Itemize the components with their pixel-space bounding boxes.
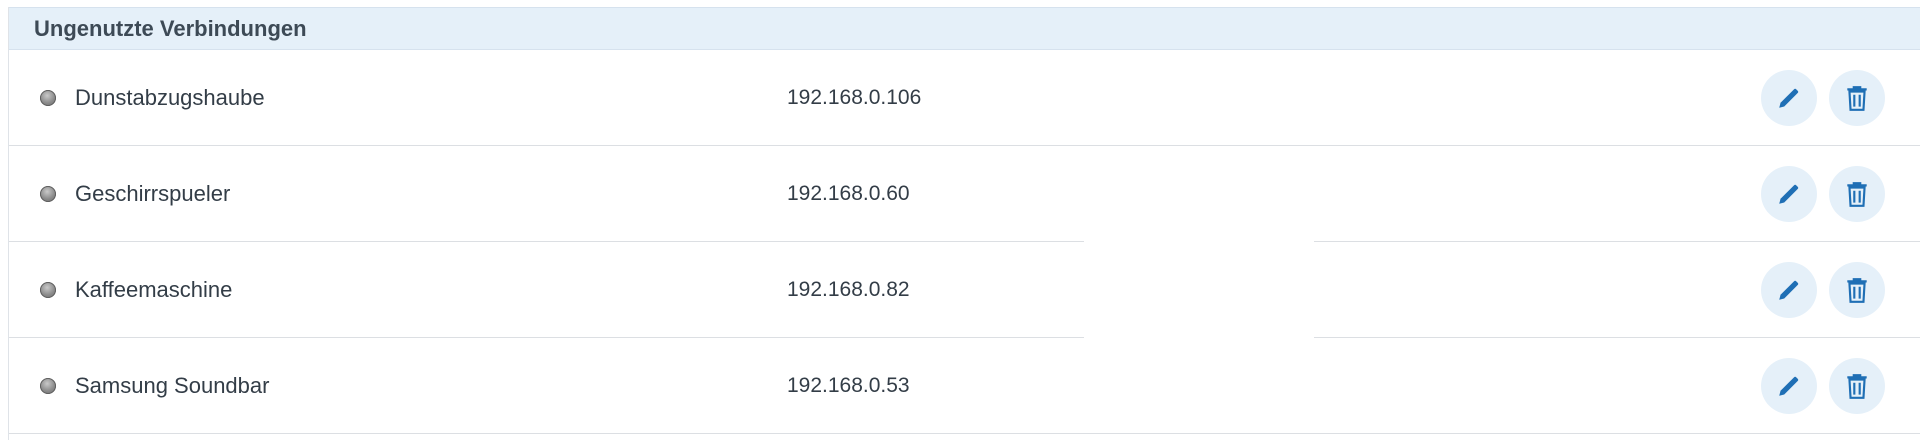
edit-button[interactable]: [1761, 357, 1817, 414]
connection-row: Kaffeemaschine 192.168.0.82: [9, 242, 1920, 338]
row-actions: [1761, 166, 1885, 222]
device-name: Geschirrspueler: [75, 181, 231, 206]
pencil-icon: [1779, 88, 1799, 108]
row-actions: [1761, 69, 1885, 126]
pencil-icon: [1779, 280, 1799, 300]
connection-row: Dunstabzugshaube 192.168.0.106: [9, 50, 1920, 146]
trash-icon: [1847, 278, 1867, 303]
device-ip: 192.168.0.53: [787, 373, 910, 397]
pencil-icon: [1779, 376, 1799, 396]
section-title: Ungenutzte Verbindungen: [34, 15, 307, 41]
section-header: Ungenutzte Verbindungen: [9, 7, 1920, 50]
status-dot-icon: [40, 282, 56, 298]
status-dot-icon: [40, 377, 56, 394]
edit-button[interactable]: [1761, 166, 1817, 222]
delete-button[interactable]: [1829, 262, 1885, 318]
device-ip: 192.168.0.82: [787, 278, 910, 301]
status-dot-icon: [40, 89, 56, 106]
delete-button[interactable]: [1829, 69, 1885, 126]
device-name: Kaffeemaschine: [75, 277, 233, 302]
device-name: Samsung Soundbar: [75, 372, 270, 398]
row-actions: [1761, 357, 1885, 414]
unused-connections-panel: Ungenutzte Verbindungen Dunstabzugshaube…: [8, 7, 1920, 440]
delete-button[interactable]: [1829, 357, 1885, 414]
delete-button[interactable]: [1829, 166, 1885, 222]
device-name: Dunstabzugshaube: [75, 84, 265, 110]
edit-button[interactable]: [1761, 262, 1817, 318]
device-ip: 192.168.0.60: [787, 182, 910, 205]
device-ip: 192.168.0.106: [787, 85, 922, 109]
status-dot-icon: [40, 186, 56, 202]
trash-icon: [1847, 182, 1867, 207]
connection-row: Samsung Soundbar 192.168.0.53: [9, 338, 1920, 434]
edit-button[interactable]: [1761, 69, 1817, 126]
trash-icon: [1847, 373, 1867, 399]
pencil-icon: [1779, 184, 1799, 204]
trash-icon: [1847, 85, 1867, 111]
row-actions: [1761, 262, 1885, 318]
connection-row: Geschirrspueler 192.168.0.60: [9, 146, 1920, 242]
